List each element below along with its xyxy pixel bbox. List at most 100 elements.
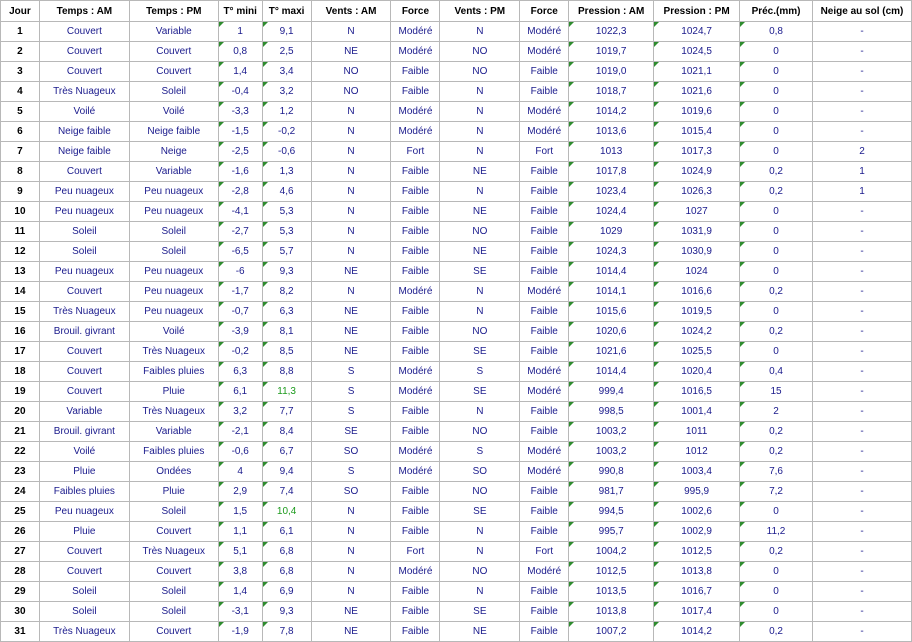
cell-vents-pm[interactable]: N	[439, 281, 521, 302]
cell-temps-am[interactable]: Soleil	[38, 241, 130, 262]
header-cell-pression-pm[interactable]: Pression : PM	[653, 0, 741, 22]
cell-neige[interactable]: -	[811, 261, 912, 282]
cell-temps-pm[interactable]: Couvert	[128, 561, 219, 582]
cell-jour[interactable]: 3	[0, 61, 40, 82]
cell-temps-pm[interactable]: Soleil	[128, 221, 219, 242]
cell-pression-am[interactable]: 1014,1	[568, 281, 655, 302]
cell-t-maxi[interactable]: 6,9	[261, 581, 312, 602]
cell-t-maxi[interactable]: 8,4	[261, 421, 312, 442]
cell-t-mini[interactable]: -3,3	[217, 101, 263, 122]
cell-temps-am[interactable]: Couvert	[38, 161, 130, 182]
cell-t-mini[interactable]: 1,4	[217, 61, 263, 82]
cell-vents-pm[interactable]: N	[439, 301, 521, 322]
cell-vents-pm[interactable]: NO	[439, 561, 521, 582]
cell-vents-pm[interactable]: N	[439, 121, 521, 142]
cell-prec[interactable]: 0,2	[739, 161, 813, 182]
cell-prec[interactable]: 0	[739, 121, 813, 142]
cell-force-am[interactable]: Faible	[390, 221, 441, 242]
cell-temps-pm[interactable]: Pluie	[128, 481, 219, 502]
cell-pression-pm[interactable]: 1025,5	[653, 341, 741, 362]
cell-force-pm[interactable]: Modéré	[519, 41, 570, 62]
cell-pression-pm[interactable]: 1024	[653, 261, 741, 282]
cell-vents-am[interactable]: NE	[310, 301, 392, 322]
cell-jour[interactable]: 20	[0, 401, 40, 422]
cell-neige[interactable]: -	[811, 201, 912, 222]
cell-pression-am[interactable]: 1013	[568, 141, 655, 162]
cell-vents-pm[interactable]: NO	[439, 421, 521, 442]
cell-jour[interactable]: 12	[0, 241, 40, 262]
cell-vents-am[interactable]: N	[310, 541, 392, 562]
cell-neige[interactable]: -	[811, 301, 912, 322]
cell-t-mini[interactable]: 3,8	[217, 561, 263, 582]
cell-pression-pm[interactable]: 1003,4	[653, 461, 741, 482]
cell-jour[interactable]: 30	[0, 601, 40, 622]
cell-temps-am[interactable]: Couvert	[38, 341, 130, 362]
cell-vents-am[interactable]: S	[310, 401, 392, 422]
cell-prec[interactable]: 0,2	[739, 621, 813, 642]
cell-temps-pm[interactable]: Très Nuageux	[128, 541, 219, 562]
cell-vents-am[interactable]: SO	[310, 481, 392, 502]
cell-vents-pm[interactable]: NE	[439, 201, 521, 222]
cell-neige[interactable]: -	[811, 381, 912, 402]
cell-t-mini[interactable]: -2,7	[217, 221, 263, 242]
cell-vents-pm[interactable]: N	[439, 141, 521, 162]
cell-t-maxi[interactable]: -0,6	[261, 141, 312, 162]
cell-pression-am[interactable]: 1015,6	[568, 301, 655, 322]
cell-prec[interactable]: 0	[739, 101, 813, 122]
cell-jour[interactable]: 17	[0, 341, 40, 362]
cell-vents-pm[interactable]: SO	[439, 461, 521, 482]
cell-t-mini[interactable]: 0,8	[217, 41, 263, 62]
cell-neige[interactable]: -	[811, 441, 912, 462]
cell-pression-am[interactable]: 1012,5	[568, 561, 655, 582]
cell-prec[interactable]: 0,2	[739, 321, 813, 342]
cell-jour[interactable]: 8	[0, 161, 40, 182]
cell-force-pm[interactable]: Faible	[519, 321, 570, 342]
cell-temps-pm[interactable]: Neige faible	[128, 121, 219, 142]
cell-prec[interactable]: 0,4	[739, 361, 813, 382]
cell-t-mini[interactable]: -1,5	[217, 121, 263, 142]
header-cell-jour[interactable]: Jour	[0, 0, 40, 22]
cell-temps-am[interactable]: Très Nuageux	[38, 81, 130, 102]
cell-neige[interactable]: -	[811, 361, 912, 382]
cell-force-pm[interactable]: Faible	[519, 341, 570, 362]
cell-temps-am[interactable]: Voilé	[38, 441, 130, 462]
cell-neige[interactable]: -	[811, 481, 912, 502]
cell-prec[interactable]: 0,2	[739, 441, 813, 462]
cell-force-am[interactable]: Modéré	[390, 361, 441, 382]
cell-t-maxi[interactable]: 7,4	[261, 481, 312, 502]
cell-pression-am[interactable]: 1013,5	[568, 581, 655, 602]
cell-t-maxi[interactable]: 6,1	[261, 521, 312, 542]
cell-vents-am[interactable]: N	[310, 281, 392, 302]
cell-prec[interactable]: 11,2	[739, 521, 813, 542]
cell-vents-am[interactable]: SE	[310, 421, 392, 442]
cell-force-am[interactable]: Faible	[390, 301, 441, 322]
cell-vents-am[interactable]: N	[310, 241, 392, 262]
cell-force-am[interactable]: Fort	[390, 541, 441, 562]
cell-vents-pm[interactable]: S	[439, 361, 521, 382]
cell-vents-pm[interactable]: N	[439, 581, 521, 602]
cell-t-maxi[interactable]: 6,8	[261, 541, 312, 562]
cell-t-mini[interactable]: -0,6	[217, 441, 263, 462]
cell-vents-am[interactable]: N	[310, 201, 392, 222]
cell-t-maxi[interactable]: 9,4	[261, 461, 312, 482]
cell-t-mini[interactable]: -0,4	[217, 81, 263, 102]
cell-temps-am[interactable]: Couvert	[38, 361, 130, 382]
cell-vents-pm[interactable]: N	[439, 181, 521, 202]
cell-pression-am[interactable]: 1017,8	[568, 161, 655, 182]
cell-temps-am[interactable]: Très Nuageux	[38, 301, 130, 322]
cell-prec[interactable]: 0	[739, 221, 813, 242]
cell-force-am[interactable]: Faible	[390, 241, 441, 262]
cell-t-maxi[interactable]: 8,5	[261, 341, 312, 362]
header-cell-prec[interactable]: Préc.(mm)	[739, 0, 813, 22]
cell-vents-am[interactable]: N	[310, 161, 392, 182]
header-cell-force-pm[interactable]: Force	[519, 0, 570, 22]
cell-force-pm[interactable]: Faible	[519, 501, 570, 522]
cell-pression-pm[interactable]: 1012,5	[653, 541, 741, 562]
cell-pression-am[interactable]: 1020,6	[568, 321, 655, 342]
cell-temps-pm[interactable]: Soleil	[128, 241, 219, 262]
cell-neige[interactable]: -	[811, 581, 912, 602]
cell-force-pm[interactable]: Faible	[519, 581, 570, 602]
cell-vents-am[interactable]: NE	[310, 341, 392, 362]
cell-pression-pm[interactable]: 995,9	[653, 481, 741, 502]
cell-neige[interactable]: -	[811, 61, 912, 82]
